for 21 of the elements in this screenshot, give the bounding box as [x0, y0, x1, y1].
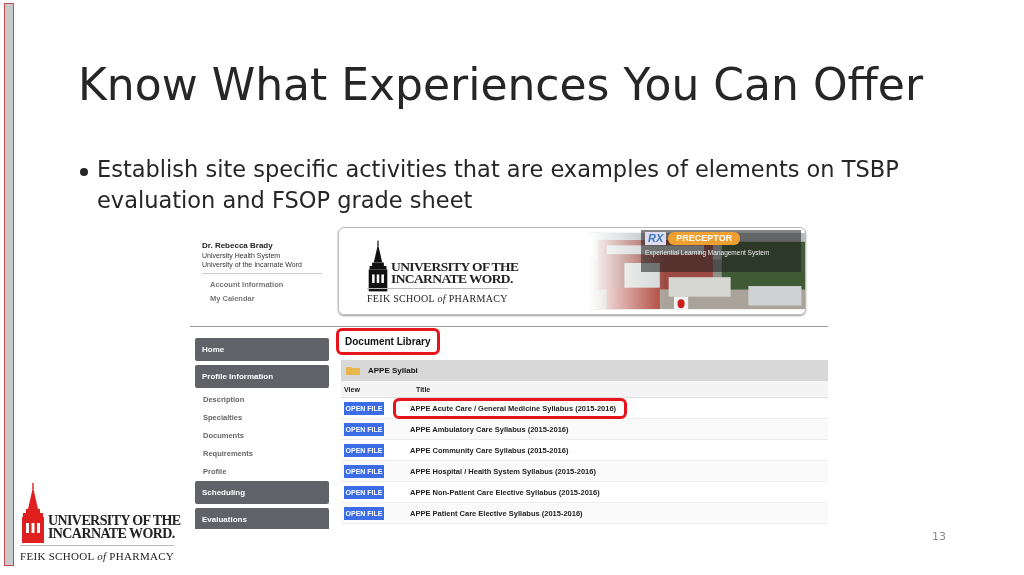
logo-subtitle: FEIK SCHOOL of PHARMACY	[20, 545, 175, 563]
sidebar-section[interactable]: Scheduling	[195, 481, 329, 504]
folder-name: APPE Syllabi	[368, 366, 418, 375]
logo-text: UNIVERSITY OF THE	[391, 261, 519, 273]
bullet-icon	[80, 168, 88, 176]
user-name: Dr. Rebecca Brady	[202, 241, 273, 251]
page-number: 13	[932, 530, 946, 543]
folder-icon	[346, 366, 360, 375]
logo-text: INCARNATE WORD.	[48, 527, 175, 540]
product-name: PRECEPTOR	[668, 232, 741, 245]
logo-subtitle: FEIK SCHOOL of PHARMACY	[367, 288, 508, 306]
sidebar-section[interactable]: Evaluations	[195, 508, 329, 529]
bullet-text: Establish site specific activities that are examples of elements on TSBP evaluation and FSOP grade sheet	[97, 155, 900, 215]
product-mark: RX	[645, 232, 667, 245]
tower-icon	[20, 483, 46, 543]
sidebar-section[interactable]: Home	[195, 338, 329, 361]
slide-title: Know What Experiences You Can Offer	[78, 58, 923, 112]
page-heading: Document Library	[336, 328, 440, 355]
logo-text: UNIVERSITY OF THE	[48, 514, 181, 527]
sidebar-section[interactable]: Profile Information	[195, 365, 329, 388]
logo-text: INCARNATE WORD.	[391, 273, 513, 285]
